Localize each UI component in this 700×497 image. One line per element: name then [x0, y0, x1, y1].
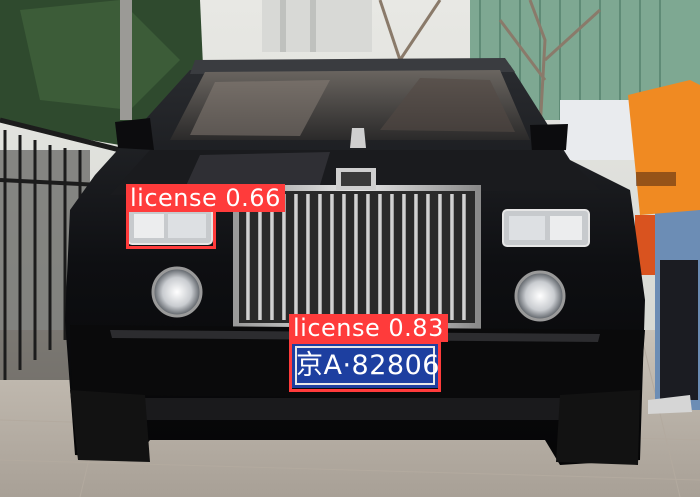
detection-label-1: license 0.66	[126, 184, 285, 212]
car-photo	[0, 0, 700, 497]
detection-box-1	[126, 208, 216, 249]
detection-label-2: license 0.83	[289, 314, 448, 342]
photo-scene: 京A·82806 license 0.66 license 0.83	[0, 0, 700, 497]
detection-box-2	[289, 341, 441, 392]
